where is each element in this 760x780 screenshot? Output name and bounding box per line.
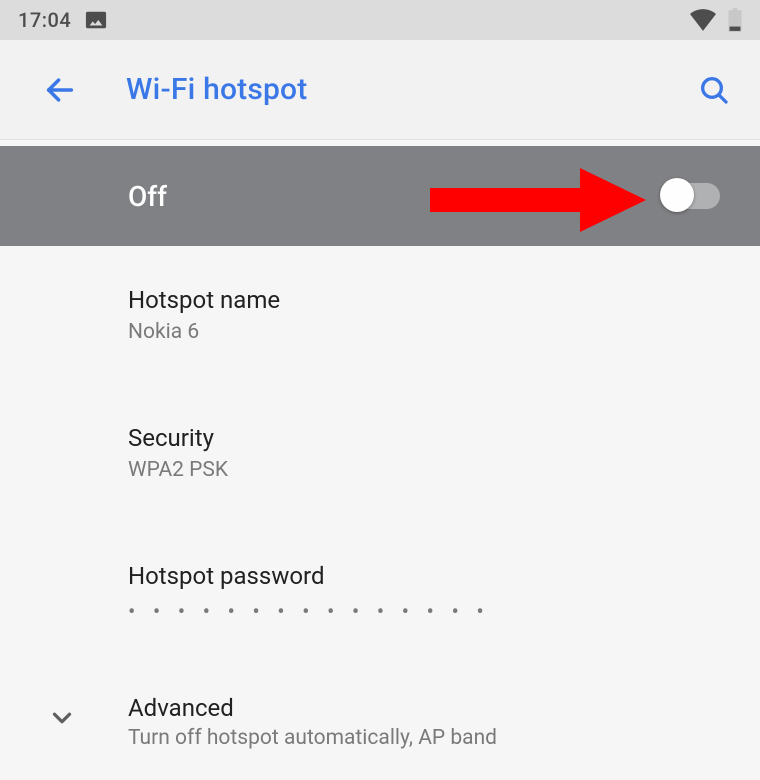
advanced-item[interactable]: Advanced Turn off hotspot automatically,…	[42, 664, 760, 780]
back-button[interactable]	[34, 64, 86, 116]
back-arrow-icon	[43, 73, 77, 107]
status-bar: 17:04	[0, 0, 760, 40]
image-icon	[85, 9, 107, 31]
chevron-down-icon	[42, 698, 82, 738]
hotspot-password-title: Hotspot password	[128, 562, 720, 590]
hotspot-password-value: • • • • • • • • • • • • • • •	[128, 596, 720, 624]
security-value: WPA2 PSK	[128, 458, 720, 482]
wifi-icon	[690, 9, 716, 31]
switch-thumb	[660, 178, 694, 212]
battery-icon	[728, 8, 742, 32]
app-bar: Wi-Fi hotspot	[0, 40, 760, 140]
status-right	[690, 8, 742, 32]
hotspot-name-value: Nokia 6	[128, 320, 720, 344]
status-time: 17:04	[18, 8, 71, 32]
settings-list: Hotspot name Nokia 6 Security WPA2 PSK H…	[0, 246, 760, 780]
status-left: 17:04	[18, 8, 107, 32]
hotspot-master-toggle-row[interactable]: Off	[0, 146, 760, 246]
advanced-title: Advanced	[128, 694, 497, 722]
advanced-text: Advanced Turn off hotspot automatically,…	[128, 694, 497, 750]
hotspot-password-item[interactable]: Hotspot password • • • • • • • • • • • •…	[128, 522, 760, 664]
security-title: Security	[128, 424, 720, 452]
toggle-state-label: Off	[128, 180, 167, 213]
page-title: Wi-Fi hotspot	[126, 72, 307, 107]
hotspot-name-title: Hotspot name	[128, 286, 720, 314]
hotspot-switch[interactable]	[664, 183, 720, 209]
search-button[interactable]	[688, 64, 740, 116]
search-icon	[698, 74, 730, 106]
advanced-subtitle: Turn off hotspot automatically, AP band	[128, 726, 497, 750]
security-item[interactable]: Security WPA2 PSK	[128, 384, 760, 522]
hotspot-name-item[interactable]: Hotspot name Nokia 6	[128, 246, 760, 384]
